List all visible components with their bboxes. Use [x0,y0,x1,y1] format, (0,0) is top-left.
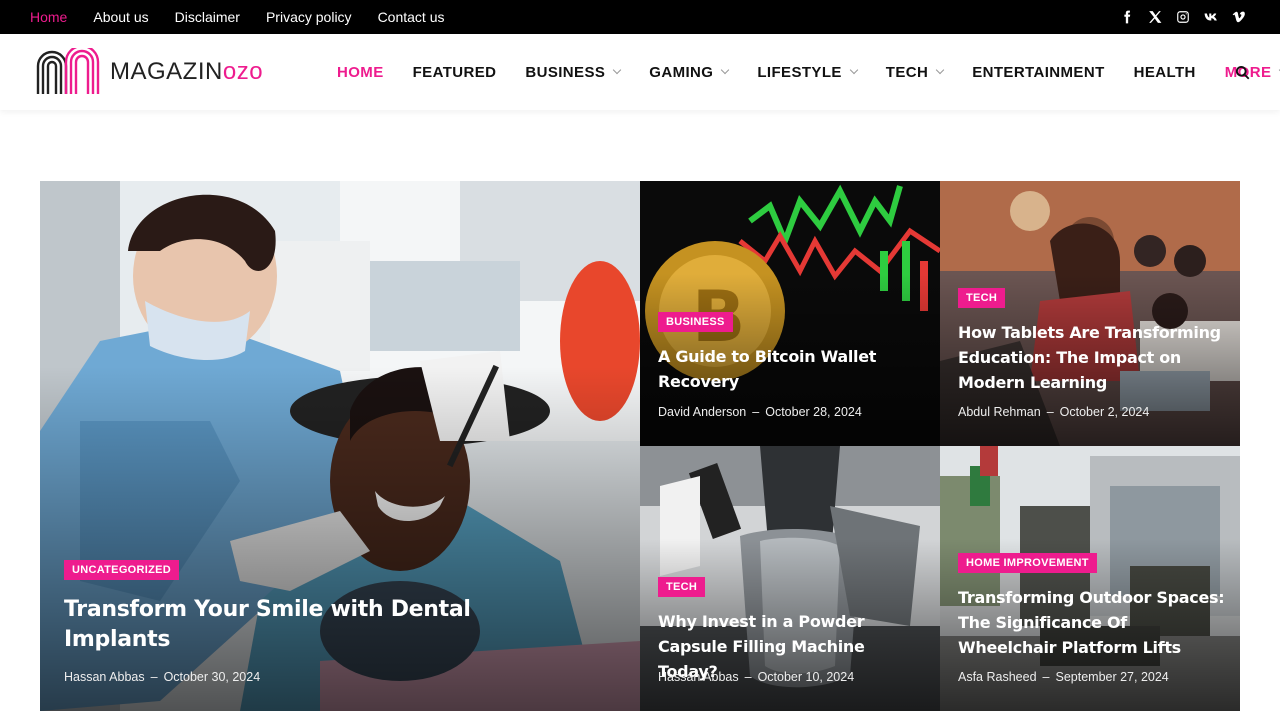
top-bar: Home About us Disclaimer Privacy policy … [0,0,1280,34]
post-author[interactable]: Abdul Rehman [958,405,1041,419]
category-badge[interactable]: HOME IMPROVEMENT [958,553,1097,573]
nav-item-label: GAMING [649,63,714,81]
category-badge[interactable]: TECH [958,288,1006,308]
post-author[interactable]: David Anderson [658,405,746,419]
nav-item-gaming[interactable]: GAMING [649,63,730,81]
post-title[interactable]: Transforming Outdoor Spaces: The Signifi… [958,585,1228,660]
nav-item-label: ENTERTAINMENT [972,63,1105,81]
nav-item-label: HOME [337,63,384,81]
post-date: October 30, 2024 [163,670,261,684]
instagram-icon[interactable] [1176,10,1190,24]
category-badge[interactable]: BUSINESS [658,312,733,332]
site-logo[interactable]: MAGAZINozo [34,48,263,96]
nav-item-featured[interactable]: FEATURED [413,64,497,81]
chevron-down-icon [721,65,730,75]
nav-item-label: BUSINESS [525,63,606,81]
logo-text-main: MAGAZIN [110,58,223,85]
featured-post-card[interactable]: UNCATEGORIZED Transform Your Smile with … [40,181,640,711]
nav-item-lifestyle[interactable]: LIFESTYLE [757,63,859,81]
top-link-privacy[interactable]: Privacy policy [266,9,352,25]
chevron-down-icon [613,65,622,75]
chevron-down-icon [935,65,945,75]
post-card[interactable]: HOME IMPROVEMENT Transforming Outdoor Sp… [940,446,1240,711]
top-link-about[interactable]: About us [93,9,148,25]
top-link-home[interactable]: Home [30,9,67,25]
post-card[interactable]: TECH Why Invest in a Powder Capsule Fill… [640,446,940,711]
search-button[interactable] [1235,65,1251,81]
nav-item-label: TECH [885,63,929,81]
post-meta: Hassan Abbas – October 30, 2024 [64,670,260,684]
post-meta: Abdul Rehman – October 2, 2024 [958,405,1149,419]
nav-item-business[interactable]: BUSINESS [525,63,622,81]
nav-item-health[interactable]: HEALTH [1134,64,1196,81]
post-date: October 10, 2024 [757,670,855,684]
post-meta: Hassan Abbas – October 10, 2024 [658,670,854,684]
nav-item-home[interactable]: HOME [337,64,384,81]
post-author[interactable]: Asfa Rasheed [958,670,1037,684]
post-author[interactable]: Hassan Abbas [658,670,739,684]
nav-item-entertainment[interactable]: ENTERTAINMENT [972,64,1104,81]
meta-separator: – [1042,670,1050,684]
nav-item-tech[interactable]: TECH [885,63,945,81]
top-link-contact[interactable]: Contact us [378,9,445,25]
main-nav: HOME FEATURED BUSINESS GAMING LIFESTYLE … [337,34,1280,110]
meta-separator: – [1046,405,1054,419]
top-link-disclaimer[interactable]: Disclaimer [175,9,240,25]
post-author[interactable]: Hassan Abbas [64,670,145,684]
meta-separator: – [752,405,760,419]
social-links [1106,0,1246,34]
post-date: September 27, 2024 [1055,670,1169,684]
nav-item-label: FEATURED [412,63,497,81]
post-title[interactable]: How Tablets Are Transforming Education: … [958,320,1228,395]
x-icon[interactable] [1148,10,1162,24]
post-title[interactable]: Transform Your Smile with Dental Implant… [64,595,484,655]
nav-item-label: HEALTH [1133,63,1196,81]
post-title[interactable]: A Guide to Bitcoin Wallet Recovery [658,344,928,394]
facebook-icon[interactable] [1120,10,1134,24]
meta-separator: – [744,670,752,684]
top-nav: Home About us Disclaimer Privacy policy … [30,0,471,34]
featured-grid: UNCATEGORIZED Transform Your Smile with … [40,181,1240,711]
vk-icon[interactable] [1204,10,1218,24]
search-icon [1235,65,1250,80]
category-badge[interactable]: UNCATEGORIZED [64,560,180,580]
post-meta: David Anderson – October 28, 2024 [658,405,862,419]
post-card[interactable]: TECH How Tablets Are Transforming Educat… [940,181,1240,446]
logo-mark-icon [36,48,100,94]
post-date: October 2, 2024 [1059,405,1150,419]
post-meta: Asfa Rasheed – September 27, 2024 [958,670,1169,684]
logo-text: MAGAZINozo [110,58,263,86]
nav-item-more[interactable]: MORE [1225,64,1280,81]
logo-text-accent: ozo [222,58,264,85]
post-card[interactable]: B BUSINESS A Guide to Bitcoin Wallet Rec… [640,181,940,446]
post-date: October 28, 2024 [765,405,862,419]
vimeo-icon[interactable] [1232,10,1246,24]
meta-separator: – [150,670,158,684]
category-badge[interactable]: TECH [658,577,706,597]
site-header: MAGAZINozo HOME FEATURED BUSINESS GAMING… [0,34,1280,110]
nav-item-label: LIFESTYLE [757,63,842,81]
chevron-down-icon [849,65,859,75]
